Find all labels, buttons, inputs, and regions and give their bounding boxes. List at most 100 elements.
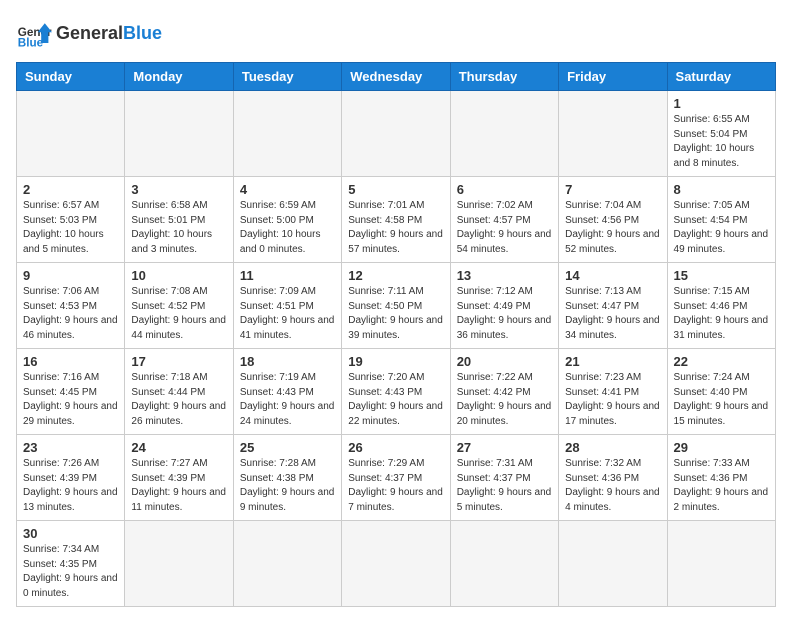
day-cell: 23 Sunrise: 7:26 AM Sunset: 4:39 PM Dayli… [17,435,125,521]
day-cell: 15 Sunrise: 7:15 AM Sunset: 4:46 PM Dayli… [667,263,775,349]
day-number: 9 [23,268,118,283]
calendar: SundayMondayTuesdayWednesdayThursdayFrid… [16,62,776,607]
day-info: Sunrise: 7:28 AM Sunset: 4:38 PM Dayligh… [240,457,335,515]
day-info: Sunrise: 7:11 AM Sunset: 4:50 PM Dayligh… [348,285,443,343]
header-tuesday: Tuesday [233,63,341,91]
day-number: 29 [674,440,769,455]
day-info: Sunrise: 7:20 AM Sunset: 4:43 PM Dayligh… [348,371,443,429]
day-cell: 24 Sunrise: 7:27 AM Sunset: 4:39 PM Dayli… [125,435,233,521]
day-info: Sunrise: 7:08 AM Sunset: 4:52 PM Dayligh… [131,285,226,343]
day-info: Sunrise: 7:13 AM Sunset: 4:47 PM Dayligh… [565,285,660,343]
day-cell: 27 Sunrise: 7:31 AM Sunset: 4:37 PM Dayli… [450,435,558,521]
day-info: Sunrise: 7:18 AM Sunset: 4:44 PM Dayligh… [131,371,226,429]
day-number: 30 [23,526,118,541]
day-info: Sunrise: 7:23 AM Sunset: 4:41 PM Dayligh… [565,371,660,429]
day-cell: 3 Sunrise: 6:58 AM Sunset: 5:01 PM Daylig… [125,177,233,263]
day-number: 22 [674,354,769,369]
day-info: Sunrise: 7:04 AM Sunset: 4:56 PM Dayligh… [565,199,660,257]
day-info: Sunrise: 6:55 AM Sunset: 5:04 PM Dayligh… [674,113,769,171]
day-cell [342,91,450,177]
header-thursday: Thursday [450,63,558,91]
day-cell: 13Sunrise: 7:12 AM Sunset: 4:49 PM Dayli… [450,263,558,349]
day-number: 15 [674,268,769,283]
day-number: 28 [565,440,660,455]
header: General Blue GeneralBlue [16,16,776,52]
day-number: 14 [565,268,660,283]
day-cell: 16Sunrise: 7:16 AM Sunset: 4:45 PM Dayli… [17,349,125,435]
day-number: 6 [457,182,552,197]
day-cell [125,91,233,177]
day-cell [559,521,667,607]
day-info: Sunrise: 7:06 AM Sunset: 4:53 PM Dayligh… [23,285,118,343]
day-number: 24 [131,440,226,455]
day-cell: 1 Sunrise: 6:55 AM Sunset: 5:04 PM Daylig… [667,91,775,177]
day-info: Sunrise: 7:29 AM Sunset: 4:37 PM Dayligh… [348,457,443,515]
day-number: 25 [240,440,335,455]
day-info: Sunrise: 7:15 AM Sunset: 4:46 PM Dayligh… [674,285,769,343]
day-number: 26 [348,440,443,455]
day-cell [233,91,341,177]
day-info: Sunrise: 7:01 AM Sunset: 4:58 PM Dayligh… [348,199,443,257]
day-info: Sunrise: 7:05 AM Sunset: 4:54 PM Dayligh… [674,199,769,257]
svg-text:Blue: Blue [18,37,44,50]
day-info: Sunrise: 7:33 AM Sunset: 4:36 PM Dayligh… [674,457,769,515]
day-info: Sunrise: 6:58 AM Sunset: 5:01 PM Dayligh… [131,199,226,257]
logo-icon: General Blue [16,16,52,52]
day-cell [342,521,450,607]
day-number: 2 [23,182,118,197]
day-cell: 7 Sunrise: 7:04 AM Sunset: 4:56 PM Daylig… [559,177,667,263]
header-saturday: Saturday [667,63,775,91]
day-cell: 21Sunrise: 7:23 AM Sunset: 4:41 PM Dayli… [559,349,667,435]
day-info: Sunrise: 7:09 AM Sunset: 4:51 PM Dayligh… [240,285,335,343]
day-number: 19 [348,354,443,369]
header-wednesday: Wednesday [342,63,450,91]
day-number: 20 [457,354,552,369]
header-monday: Monday [125,63,233,91]
week-row-0: 1 Sunrise: 6:55 AM Sunset: 5:04 PM Daylig… [17,91,776,177]
day-info: Sunrise: 6:57 AM Sunset: 5:03 PM Dayligh… [23,199,118,257]
day-cell: 11Sunrise: 7:09 AM Sunset: 4:51 PM Dayli… [233,263,341,349]
day-info: Sunrise: 7:26 AM Sunset: 4:39 PM Dayligh… [23,457,118,515]
day-cell: 20 Sunrise: 7:22 AM Sunset: 4:42 PM Dayli… [450,349,558,435]
day-cell: 12 Sunrise: 7:11 AM Sunset: 4:50 PM Dayli… [342,263,450,349]
day-cell: 29 Sunrise: 7:33 AM Sunset: 4:36 PM Dayli… [667,435,775,521]
day-cell: 6 Sunrise: 7:02 AM Sunset: 4:57 PM Daylig… [450,177,558,263]
day-number: 27 [457,440,552,455]
week-row-1: 2 Sunrise: 6:57 AM Sunset: 5:03 PM Daylig… [17,177,776,263]
day-info: Sunrise: 7:02 AM Sunset: 4:57 PM Dayligh… [457,199,552,257]
day-number: 8 [674,182,769,197]
day-number: 1 [674,96,769,111]
day-number: 5 [348,182,443,197]
day-cell [450,91,558,177]
day-number: 3 [131,182,226,197]
day-info: Sunrise: 7:31 AM Sunset: 4:37 PM Dayligh… [457,457,552,515]
day-cell [667,521,775,607]
logo: General Blue GeneralBlue [16,16,162,52]
day-number: 18 [240,354,335,369]
day-cell: 10 Sunrise: 7:08 AM Sunset: 4:52 PM Dayli… [125,263,233,349]
day-cell: 8 Sunrise: 7:05 AM Sunset: 4:54 PM Daylig… [667,177,775,263]
day-info: Sunrise: 7:16 AM Sunset: 4:45 PM Dayligh… [23,371,118,429]
day-cell: 2 Sunrise: 6:57 AM Sunset: 5:03 PM Daylig… [17,177,125,263]
day-number: 10 [131,268,226,283]
day-number: 13 [457,268,552,283]
day-cell: 17Sunrise: 7:18 AM Sunset: 4:44 PM Dayli… [125,349,233,435]
day-info: Sunrise: 7:24 AM Sunset: 4:40 PM Dayligh… [674,371,769,429]
day-number: 23 [23,440,118,455]
day-cell [125,521,233,607]
day-cell: 5 Sunrise: 7:01 AM Sunset: 4:58 PM Daylig… [342,177,450,263]
day-cell [233,521,341,607]
day-number: 7 [565,182,660,197]
day-cell: 14 Sunrise: 7:13 AM Sunset: 4:47 PM Dayli… [559,263,667,349]
day-number: 12 [348,268,443,283]
day-cell [17,91,125,177]
day-cell: 22 Sunrise: 7:24 AM Sunset: 4:40 PM Dayli… [667,349,775,435]
day-number: 4 [240,182,335,197]
header-sunday: Sunday [17,63,125,91]
calendar-header-row: SundayMondayTuesdayWednesdayThursdayFrid… [17,63,776,91]
day-info: Sunrise: 7:22 AM Sunset: 4:42 PM Dayligh… [457,371,552,429]
day-cell: 30Sunrise: 7:34 AM Sunset: 4:35 PM Dayli… [17,521,125,607]
day-cell: 4Sunrise: 6:59 AM Sunset: 5:00 PM Daylig… [233,177,341,263]
header-friday: Friday [559,63,667,91]
day-info: Sunrise: 7:27 AM Sunset: 4:39 PM Dayligh… [131,457,226,515]
